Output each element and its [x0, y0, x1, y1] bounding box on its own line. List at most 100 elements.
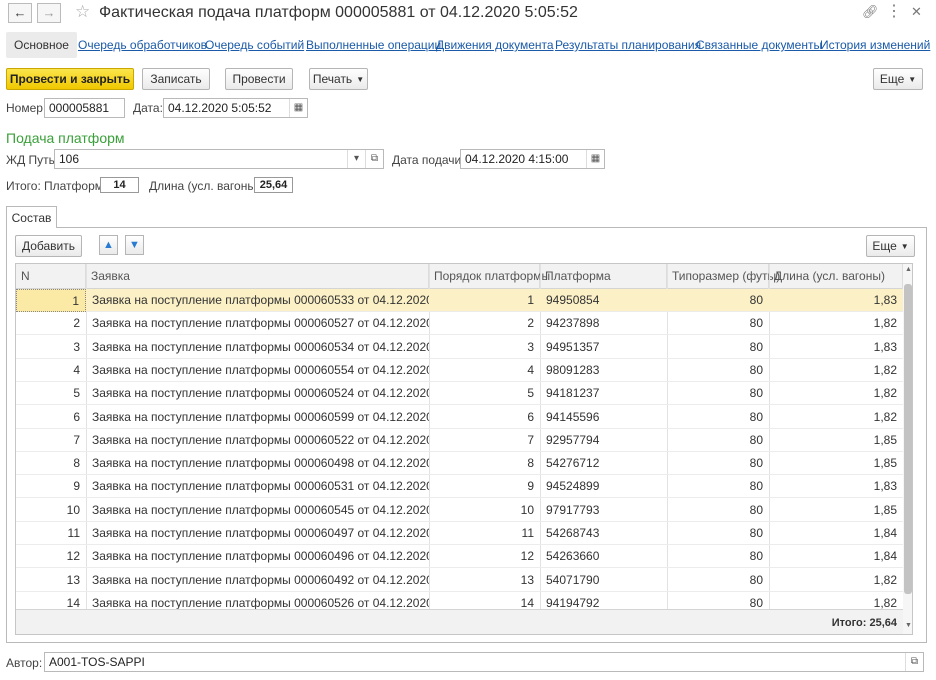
table-row[interactable]: 2 Заявка на поступление платформы 0000605… — [16, 312, 903, 336]
open-icon[interactable]: ⧉ — [905, 653, 923, 671]
platform-cell[interactable]: 97917793 — [540, 499, 667, 522]
row-number[interactable]: 5 — [16, 382, 86, 405]
move-up-button[interactable]: ▲ — [99, 235, 118, 255]
length-cell[interactable]: 1,83 — [769, 336, 903, 359]
order-cell[interactable]: 7 — [429, 429, 540, 452]
platform-cell[interactable]: 92957794 — [540, 429, 667, 452]
platform-cell[interactable]: 94181237 — [540, 382, 667, 405]
calendar-icon[interactable]: ▦ — [586, 150, 604, 168]
table-row[interactable]: 8 Заявка на поступление платформы 0000604… — [16, 452, 903, 476]
request-cell[interactable]: Заявка на поступление платформы 00006054… — [86, 499, 429, 522]
request-cell[interactable]: Заявка на поступление платформы 00006053… — [86, 336, 429, 359]
column-header[interactable]: N — [16, 264, 86, 289]
size-cell[interactable]: 80 — [667, 406, 769, 429]
platform-cell[interactable]: 94237898 — [540, 312, 667, 335]
length-cell[interactable]: 1,85 — [769, 452, 903, 475]
request-cell[interactable]: Заявка на поступление платформы 00006055… — [86, 359, 429, 382]
order-cell[interactable]: 11 — [429, 522, 540, 545]
row-number[interactable]: 10 — [16, 499, 86, 522]
table-row[interactable]: 1 Заявка на поступление платформы 0000605… — [16, 289, 903, 312]
row-number[interactable]: 8 — [16, 452, 86, 475]
scrollbar-thumb[interactable] — [904, 284, 912, 594]
table-row[interactable]: 3 Заявка на поступление платформы 0000605… — [16, 336, 903, 359]
platform-cell[interactable]: 94145596 — [540, 406, 667, 429]
add-button[interactable]: Добавить — [15, 235, 82, 257]
request-cell[interactable]: Заявка на поступление платформы 00006052… — [86, 429, 429, 452]
forward-button[interactable]: → — [37, 3, 61, 23]
table-row[interactable]: 11 Заявка на поступление платформы 000060… — [16, 522, 903, 545]
tab-completed-operations[interactable]: Выполненные операции — [306, 32, 441, 58]
date-field[interactable]: 04.12.2020 5:05:52 ▦ — [163, 98, 308, 118]
order-cell[interactable]: 9 — [429, 475, 540, 498]
platform-cell[interactable]: 94524899 — [540, 475, 667, 498]
track-field[interactable]: 106 ▾ ⧉ — [54, 149, 384, 169]
platform-cell[interactable]: 54276712 — [540, 452, 667, 475]
request-cell[interactable]: Заявка на поступление платформы 00006049… — [86, 569, 429, 592]
length-cell[interactable]: 1,82 — [769, 569, 903, 592]
row-number[interactable]: 4 — [16, 359, 86, 382]
dropdown-icon[interactable]: ▾ — [347, 150, 365, 168]
row-number[interactable]: 1 — [16, 289, 86, 312]
tab-event-queue[interactable]: Очередь событий — [205, 32, 304, 58]
scroll-down-icon[interactable]: ▼ — [905, 622, 912, 629]
more-actions-icon[interactable]: ⋮ — [886, 1, 902, 21]
length-cell[interactable]: 1,84 — [769, 545, 903, 568]
tab-main[interactable]: Основное — [6, 32, 77, 58]
number-field[interactable]: 000005881 — [44, 98, 125, 118]
composition-table[interactable]: N Заявка Порядок платформы Платформа Тип… — [15, 263, 913, 635]
platform-cell[interactable]: 54071790 — [540, 569, 667, 592]
table-row[interactable]: 9 Заявка на поступление платформы 0000605… — [16, 475, 903, 499]
order-cell[interactable]: 6 — [429, 406, 540, 429]
open-icon[interactable]: ⧉ — [365, 150, 383, 168]
order-cell[interactable]: 3 — [429, 336, 540, 359]
close-icon[interactable]: ✕ — [911, 4, 922, 20]
tab-related-documents[interactable]: Связанные документы — [696, 32, 822, 58]
size-cell[interactable]: 80 — [667, 475, 769, 498]
save-button[interactable]: Записать — [142, 68, 210, 90]
post-button[interactable]: Провести — [225, 68, 293, 90]
order-cell[interactable]: 12 — [429, 545, 540, 568]
more-button[interactable]: Еще ▼ — [873, 68, 923, 90]
row-number[interactable]: 3 — [16, 336, 86, 359]
tab-planning-results[interactable]: Результаты планирования — [555, 32, 701, 58]
column-header[interactable]: Заявка — [86, 264, 429, 289]
request-cell[interactable]: Заявка на поступление платформы 00006052… — [86, 312, 429, 335]
size-cell[interactable]: 80 — [667, 312, 769, 335]
row-number[interactable]: 11 — [16, 522, 86, 545]
scroll-up-icon[interactable]: ▲ — [905, 266, 912, 273]
request-cell[interactable]: Заявка на поступление платформы 00006053… — [86, 289, 429, 312]
move-down-button[interactable]: ▼ — [125, 235, 144, 255]
table-more-button[interactable]: Еще ▼ — [866, 235, 915, 257]
size-cell[interactable]: 80 — [667, 452, 769, 475]
length-cell[interactable]: 1,84 — [769, 522, 903, 545]
platform-cell[interactable]: 54268743 — [540, 522, 667, 545]
post-and-close-button[interactable]: Провести и закрыть — [6, 68, 134, 90]
size-cell[interactable]: 80 — [667, 382, 769, 405]
table-row[interactable]: 7 Заявка на поступление платформы 0000605… — [16, 429, 903, 452]
row-number[interactable]: 13 — [16, 569, 86, 592]
order-cell[interactable]: 2 — [429, 312, 540, 335]
link-icon[interactable]: 🔗︎ — [862, 4, 879, 20]
platform-cell[interactable]: 98091283 — [540, 359, 667, 382]
column-header[interactable]: Порядок платформы — [429, 264, 550, 289]
size-cell[interactable]: 80 — [667, 289, 769, 312]
table-row[interactable]: 5 Заявка на поступление платформы 0000605… — [16, 382, 903, 406]
favorite-star-icon[interactable]: ☆ — [75, 2, 90, 22]
request-cell[interactable]: Заявка на поступление платформы 00006049… — [86, 452, 429, 475]
size-cell[interactable]: 80 — [667, 545, 769, 568]
length-cell[interactable]: 1,82 — [769, 312, 903, 335]
size-cell[interactable]: 80 — [667, 569, 769, 592]
row-number[interactable]: 2 — [16, 312, 86, 335]
length-cell[interactable]: 1,85 — [769, 429, 903, 452]
size-cell[interactable]: 80 — [667, 336, 769, 359]
order-cell[interactable]: 1 — [429, 289, 540, 312]
size-cell[interactable]: 80 — [667, 499, 769, 522]
request-cell[interactable]: Заявка на поступление платформы 00006049… — [86, 545, 429, 568]
platform-cell[interactable]: 54263660 — [540, 545, 667, 568]
order-cell[interactable]: 8 — [429, 452, 540, 475]
length-cell[interactable]: 1,82 — [769, 359, 903, 382]
order-cell[interactable]: 5 — [429, 382, 540, 405]
platform-cell[interactable]: 94950854 — [540, 289, 667, 312]
author-field[interactable]: A001-TOS-SAPPI ⧉ — [44, 652, 924, 672]
back-button[interactable]: ← — [8, 3, 32, 23]
